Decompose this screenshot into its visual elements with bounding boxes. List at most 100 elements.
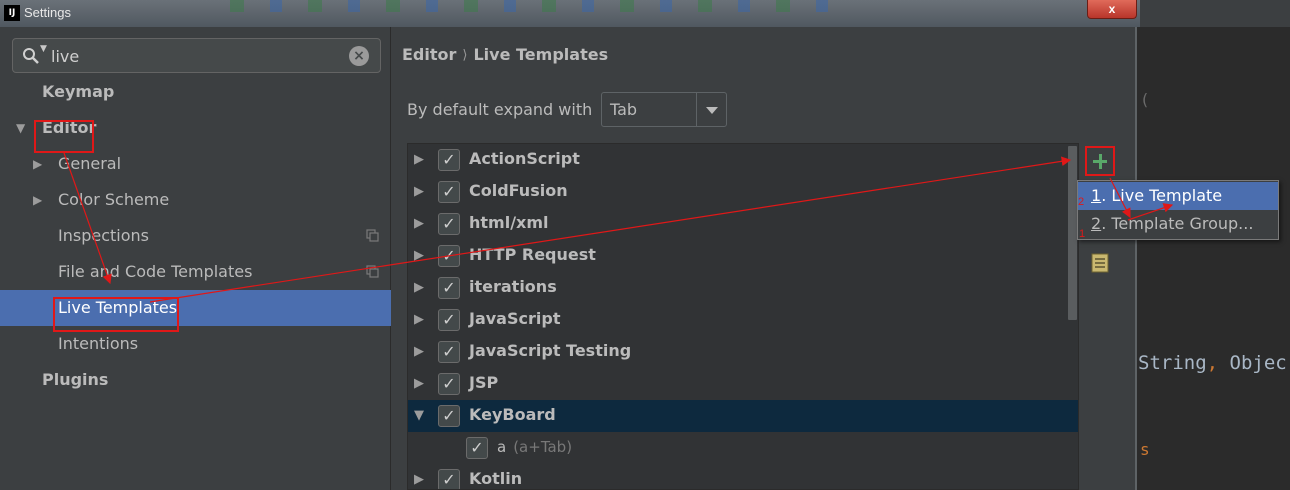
chevron-down-icon[interactable] xyxy=(696,93,726,126)
tree-item[interactable]: Keymap xyxy=(0,74,391,110)
template-group-row[interactable]: ▶ ✓ iterations xyxy=(408,272,1078,304)
template-label: HTTP Request xyxy=(469,245,596,264)
collapsed-arrow-icon[interactable]: ▶ xyxy=(414,280,424,295)
template-group-row[interactable]: ▶ ✓ Kotlin xyxy=(408,464,1078,489)
collapsed-arrow-icon[interactable]: ▶ xyxy=(414,376,424,391)
settings-dialog: ▼ × Keymap▼Editor▶General▶Color SchemeIn… xyxy=(0,27,1137,490)
expanded-arrow-icon[interactable]: ▼ xyxy=(16,110,25,146)
template-name: JSP xyxy=(469,373,499,392)
template-checkbox[interactable]: ✓ xyxy=(438,309,460,331)
expand-with-select[interactable]: Tab xyxy=(601,92,727,127)
tree-item[interactable]: ▶ Color Scheme xyxy=(0,182,391,218)
expand-with-label: By default expand with xyxy=(407,100,593,119)
collapsed-arrow-icon[interactable]: ▶ xyxy=(414,184,424,199)
background-code-line: String, Objec xyxy=(1138,352,1287,374)
template-group-row[interactable]: ▶ ✓ ColdFusion xyxy=(408,176,1078,208)
collapsed-arrow-icon[interactable]: ▶ xyxy=(33,182,42,218)
tree-item-label: File and Code Templates xyxy=(58,262,253,281)
template-group-row[interactable]: ▶ ✓ ActionScript xyxy=(408,144,1078,176)
template-checkbox[interactable]: ✓ xyxy=(438,373,460,395)
collapsed-arrow-icon[interactable]: ▶ xyxy=(414,152,424,167)
template-checkbox[interactable]: ✓ xyxy=(466,437,488,459)
template-checkbox[interactable]: ✓ xyxy=(438,149,460,171)
template-group-row[interactable]: ▶ ✓ JavaScript xyxy=(408,304,1078,336)
tree-item-label: Plugins xyxy=(42,370,109,389)
background-code-glyph: ( xyxy=(1140,90,1150,109)
template-name: KeyBoard xyxy=(469,405,556,424)
close-window-button[interactable]: x xyxy=(1087,0,1137,19)
tree-item[interactable]: File and Code Templates xyxy=(0,254,391,290)
settings-tree-panel: ▼ × Keymap▼Editor▶General▶Color SchemeIn… xyxy=(0,27,391,490)
background-code-glyph: s xyxy=(1140,440,1150,459)
template-name: JavaScript Testing xyxy=(469,341,632,360)
app-logo-icon: IJ xyxy=(4,5,20,21)
template-checkbox[interactable]: ✓ xyxy=(438,277,460,299)
project-level-copy-icon xyxy=(366,229,379,242)
template-label: ActionScript xyxy=(469,149,580,168)
template-checkbox[interactable]: ✓ xyxy=(438,213,460,235)
collapsed-arrow-icon[interactable]: ▶ xyxy=(414,344,424,359)
breadcrumb-separator: ⟩ xyxy=(462,48,468,63)
template-group-row[interactable]: ▼ ✓ KeyBoard xyxy=(408,400,1078,432)
collapsed-arrow-icon[interactable]: ▶ xyxy=(414,472,424,487)
expand-with-value: Tab xyxy=(610,100,638,119)
settings-search-input[interactable] xyxy=(51,43,341,69)
template-group-row[interactable]: ▶ ✓ html/xml xyxy=(408,208,1078,240)
template-checkbox[interactable]: ✓ xyxy=(438,405,460,427)
menu-mnemonic: 1 xyxy=(1091,186,1102,205)
annotation-number: 2 xyxy=(1078,196,1085,208)
template-label: a (a+Tab) xyxy=(497,438,572,456)
window-titlebar: IJ Settings x xyxy=(0,0,1140,27)
settings-search-box[interactable]: ▼ × xyxy=(12,38,381,73)
template-name: HTTP Request xyxy=(469,245,596,264)
expanded-arrow-icon[interactable]: ▼ xyxy=(414,408,424,423)
collapsed-arrow-icon[interactable]: ▶ xyxy=(414,248,424,263)
template-label: html/xml xyxy=(469,213,549,232)
tree-item[interactable]: Plugins xyxy=(0,362,391,398)
breadcrumb-parent: Editor xyxy=(402,45,457,64)
add-template-button[interactable] xyxy=(1085,146,1115,176)
breadcrumb: Editor ⟩ Live Templates xyxy=(402,45,608,64)
search-icon[interactable] xyxy=(22,47,40,65)
template-checkbox[interactable]: ✓ xyxy=(438,341,460,363)
template-group-row[interactable]: ▶ ✓ HTTP Request xyxy=(408,240,1078,272)
template-checkbox[interactable]: ✓ xyxy=(438,245,460,267)
window-title: Settings xyxy=(24,5,71,20)
template-row[interactable]: ✓ a (a+Tab) xyxy=(408,432,1078,464)
tree-item[interactable]: Inspections xyxy=(0,218,391,254)
template-name: ColdFusion xyxy=(469,181,568,200)
template-label: Kotlin xyxy=(469,469,522,488)
tree-item-label: Inspections xyxy=(58,226,149,245)
template-name: a xyxy=(497,438,507,456)
template-group-row[interactable]: ▶ ✓ JSP xyxy=(408,368,1078,400)
template-name: JavaScript xyxy=(469,309,561,328)
add-template-popup-menu: 1. Live Template 2. Template Group... xyxy=(1077,180,1279,240)
search-options-caret-icon[interactable]: ▼ xyxy=(40,44,47,54)
template-group-row[interactable]: ▶ ✓ JavaScript Testing xyxy=(408,336,1078,368)
collapsed-arrow-icon[interactable]: ▶ xyxy=(414,216,424,231)
background-toolbar-strip xyxy=(230,0,850,12)
menu-mnemonic: 2 xyxy=(1091,214,1102,233)
template-label: JavaScript Testing xyxy=(469,341,631,360)
template-checkbox[interactable]: ✓ xyxy=(438,469,460,489)
annotation-number: 1 xyxy=(1079,228,1086,240)
template-name: iterations xyxy=(469,277,557,296)
menu-item-live-template[interactable]: 1. Live Template xyxy=(1078,182,1278,210)
template-label: iterations xyxy=(469,277,557,296)
template-name: ActionScript xyxy=(469,149,580,168)
tree-item-label: Color Scheme xyxy=(58,190,170,209)
template-abbreviation: (a+Tab) xyxy=(513,438,573,456)
background-editor xyxy=(1140,27,1290,490)
edit-variables-icon[interactable] xyxy=(1085,249,1115,279)
template-checkbox[interactable]: ✓ xyxy=(438,181,460,203)
clear-search-icon[interactable]: × xyxy=(349,46,369,66)
templates-tree[interactable]: ▶ ✓ ActionScript ▶ ✓ ColdFusion ▶ ✓ html/xml ▶ ✓ HT… xyxy=(407,143,1079,490)
template-label: KeyBoard xyxy=(469,405,556,424)
templates-scrollbar[interactable] xyxy=(1068,146,1077,320)
menu-item-template-group[interactable]: 2. Template Group... xyxy=(1078,210,1278,238)
template-label: ColdFusion xyxy=(469,181,568,200)
tree-item-label: Keymap xyxy=(42,82,115,101)
template-name: Kotlin xyxy=(469,469,523,488)
template-label: JSP xyxy=(469,373,498,392)
collapsed-arrow-icon[interactable]: ▶ xyxy=(414,312,424,327)
